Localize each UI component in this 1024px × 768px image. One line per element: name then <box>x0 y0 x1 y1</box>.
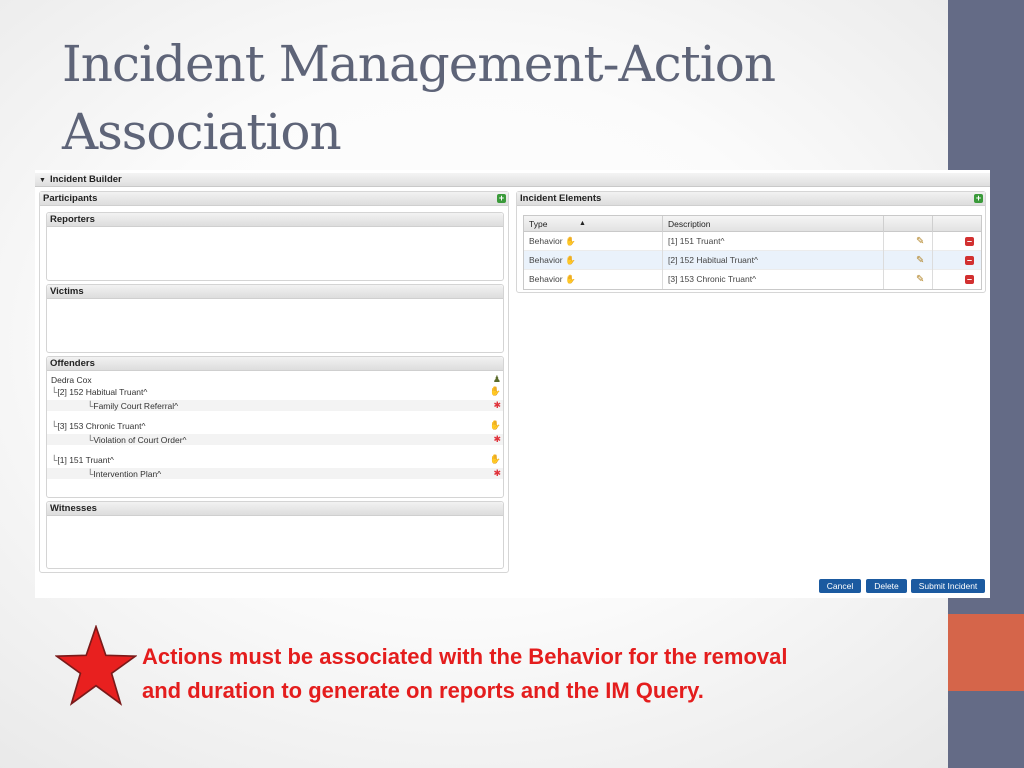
callout-note: Actions must be associated with the Beha… <box>142 640 932 708</box>
title-line-1: Incident Management-Action <box>62 35 776 93</box>
column-type-label: Type <box>529 219 548 229</box>
participants-header: Participants + <box>40 192 508 206</box>
hand-icon[interactable]: ✋ <box>490 386 501 396</box>
incident-elements-panel: Incident Elements + Type ▲ Description Be… <box>516 191 986 293</box>
slide-title: Incident Management-Action Association <box>62 30 922 166</box>
column-edit <box>884 216 933 232</box>
row-type-cell: Behavior ✋ <box>524 270 663 289</box>
table-header: Type ▲ Description <box>524 216 981 232</box>
offender-behavior-row[interactable]: └[1] 151 Truant^ <box>51 455 114 465</box>
hand-icon: ✋ <box>564 236 576 246</box>
delete-button[interactable]: Delete <box>866 579 907 593</box>
star-icon[interactable]: ✱ <box>493 400 501 410</box>
side-accent-block <box>948 614 1024 691</box>
offender-action-row[interactable]: └Violation of Court Order^ <box>87 435 187 445</box>
remove-icon[interactable]: – <box>965 237 974 246</box>
remove-icon[interactable]: – <box>965 256 974 265</box>
participants-panel: Participants + Reporters Victims Offende… <box>39 191 509 573</box>
row-description: [3] 153 Chronic Truant^ <box>663 270 884 289</box>
hand-icon: ✋ <box>564 255 576 265</box>
offender-action-row[interactable]: └Intervention Plan^ <box>87 469 161 479</box>
star-icon <box>55 625 137 706</box>
note-line-1: Actions must be associated with the Beha… <box>142 644 788 669</box>
offenders-title: Offenders <box>47 357 503 371</box>
remove-icon[interactable]: – <box>965 275 974 284</box>
victims-panel: Victims <box>46 284 504 353</box>
hand-icon[interactable]: ✋ <box>490 454 501 464</box>
behavior-label: [1] 151 Truant^ <box>57 455 114 465</box>
offenders-panel: Offenders Dedra Cox ♟ └[2] 152 Habitual … <box>46 356 504 498</box>
person-icon[interactable]: ♟ <box>493 374 501 384</box>
edit-icon[interactable]: ✎ <box>916 251 924 270</box>
row-type-cell: Behavior ✋ <box>524 251 663 270</box>
row-description: [2] 152 Habitual Truant^ <box>663 251 884 270</box>
title-line-2: Association <box>62 103 342 161</box>
note-line-2: and duration to generate on reports and … <box>142 678 704 703</box>
incident-builder-title: Incident Builder <box>49 174 122 185</box>
cancel-button[interactable]: Cancel <box>819 579 861 593</box>
collapse-caret-icon[interactable]: ▼ <box>39 174 46 188</box>
remove-cell: – <box>933 270 981 289</box>
incident-builder-header[interactable]: ▼ Incident Builder <box>35 173 990 187</box>
hand-icon[interactable]: ✋ <box>490 420 501 430</box>
star-icon[interactable]: ✱ <box>493 468 501 478</box>
action-label: Violation of Court Order^ <box>93 435 187 445</box>
column-type[interactable]: Type ▲ <box>524 216 663 232</box>
add-participant-button[interactable]: + <box>497 194 506 203</box>
action-label: Intervention Plan^ <box>93 469 162 479</box>
row-type-cell: Behavior ✋ <box>524 232 663 251</box>
incident-elements-header: Incident Elements + <box>517 192 985 206</box>
edit-cell: ✎ <box>884 270 933 289</box>
table-row[interactable]: Behavior ✋ [3] 153 Chronic Truant^ ✎ – <box>524 270 981 289</box>
reporters-title: Reporters <box>47 213 503 227</box>
victims-title: Victims <box>47 285 503 299</box>
remove-cell: – <box>933 251 981 270</box>
star-icon[interactable]: ✱ <box>493 434 501 444</box>
witnesses-title: Witnesses <box>47 502 503 516</box>
offender-action-row[interactable]: └Family Court Referral^ <box>87 401 178 411</box>
incident-builder-screenshot: ▼ Incident Builder Participants + Reporte… <box>35 170 990 598</box>
witnesses-panel: Witnesses <box>46 501 504 569</box>
edit-cell: ✎ <box>884 232 933 251</box>
behavior-label: [3] 153 Chronic Truant^ <box>57 421 146 431</box>
incident-elements-table: Type ▲ Description Behavior ✋ [1] 151 Tru… <box>523 215 982 290</box>
column-remove <box>933 216 981 232</box>
add-element-button[interactable]: + <box>974 194 983 203</box>
table-row[interactable]: Behavior ✋ [2] 152 Habitual Truant^ ✎ – <box>524 251 981 270</box>
sort-ascending-icon[interactable]: ▲ <box>579 216 586 232</box>
row-type: Behavior <box>529 274 563 284</box>
incident-elements-title: Incident Elements <box>520 193 602 204</box>
edit-icon[interactable]: ✎ <box>916 270 924 289</box>
row-type: Behavior <box>529 236 563 246</box>
edit-cell: ✎ <box>884 251 933 270</box>
row-type: Behavior <box>529 255 563 265</box>
table-row[interactable]: Behavior ✋ [1] 151 Truant^ ✎ – <box>524 232 981 251</box>
hand-icon: ✋ <box>564 274 576 284</box>
reporters-panel: Reporters <box>46 212 504 281</box>
behavior-label: [2] 152 Habitual Truant^ <box>57 387 148 397</box>
remove-cell: – <box>933 232 981 251</box>
offender-behavior-row[interactable]: └[3] 153 Chronic Truant^ <box>51 421 145 431</box>
action-label: Family Court Referral^ <box>93 401 179 411</box>
offender-behavior-row[interactable]: └[2] 152 Habitual Truant^ <box>51 387 147 397</box>
column-description[interactable]: Description <box>663 216 884 232</box>
edit-icon[interactable]: ✎ <box>916 232 924 251</box>
participants-title: Participants <box>43 193 98 204</box>
row-description: [1] 151 Truant^ <box>663 232 884 251</box>
submit-incident-button[interactable]: Submit Incident <box>911 579 985 593</box>
offender-name[interactable]: Dedra Cox <box>51 375 92 385</box>
